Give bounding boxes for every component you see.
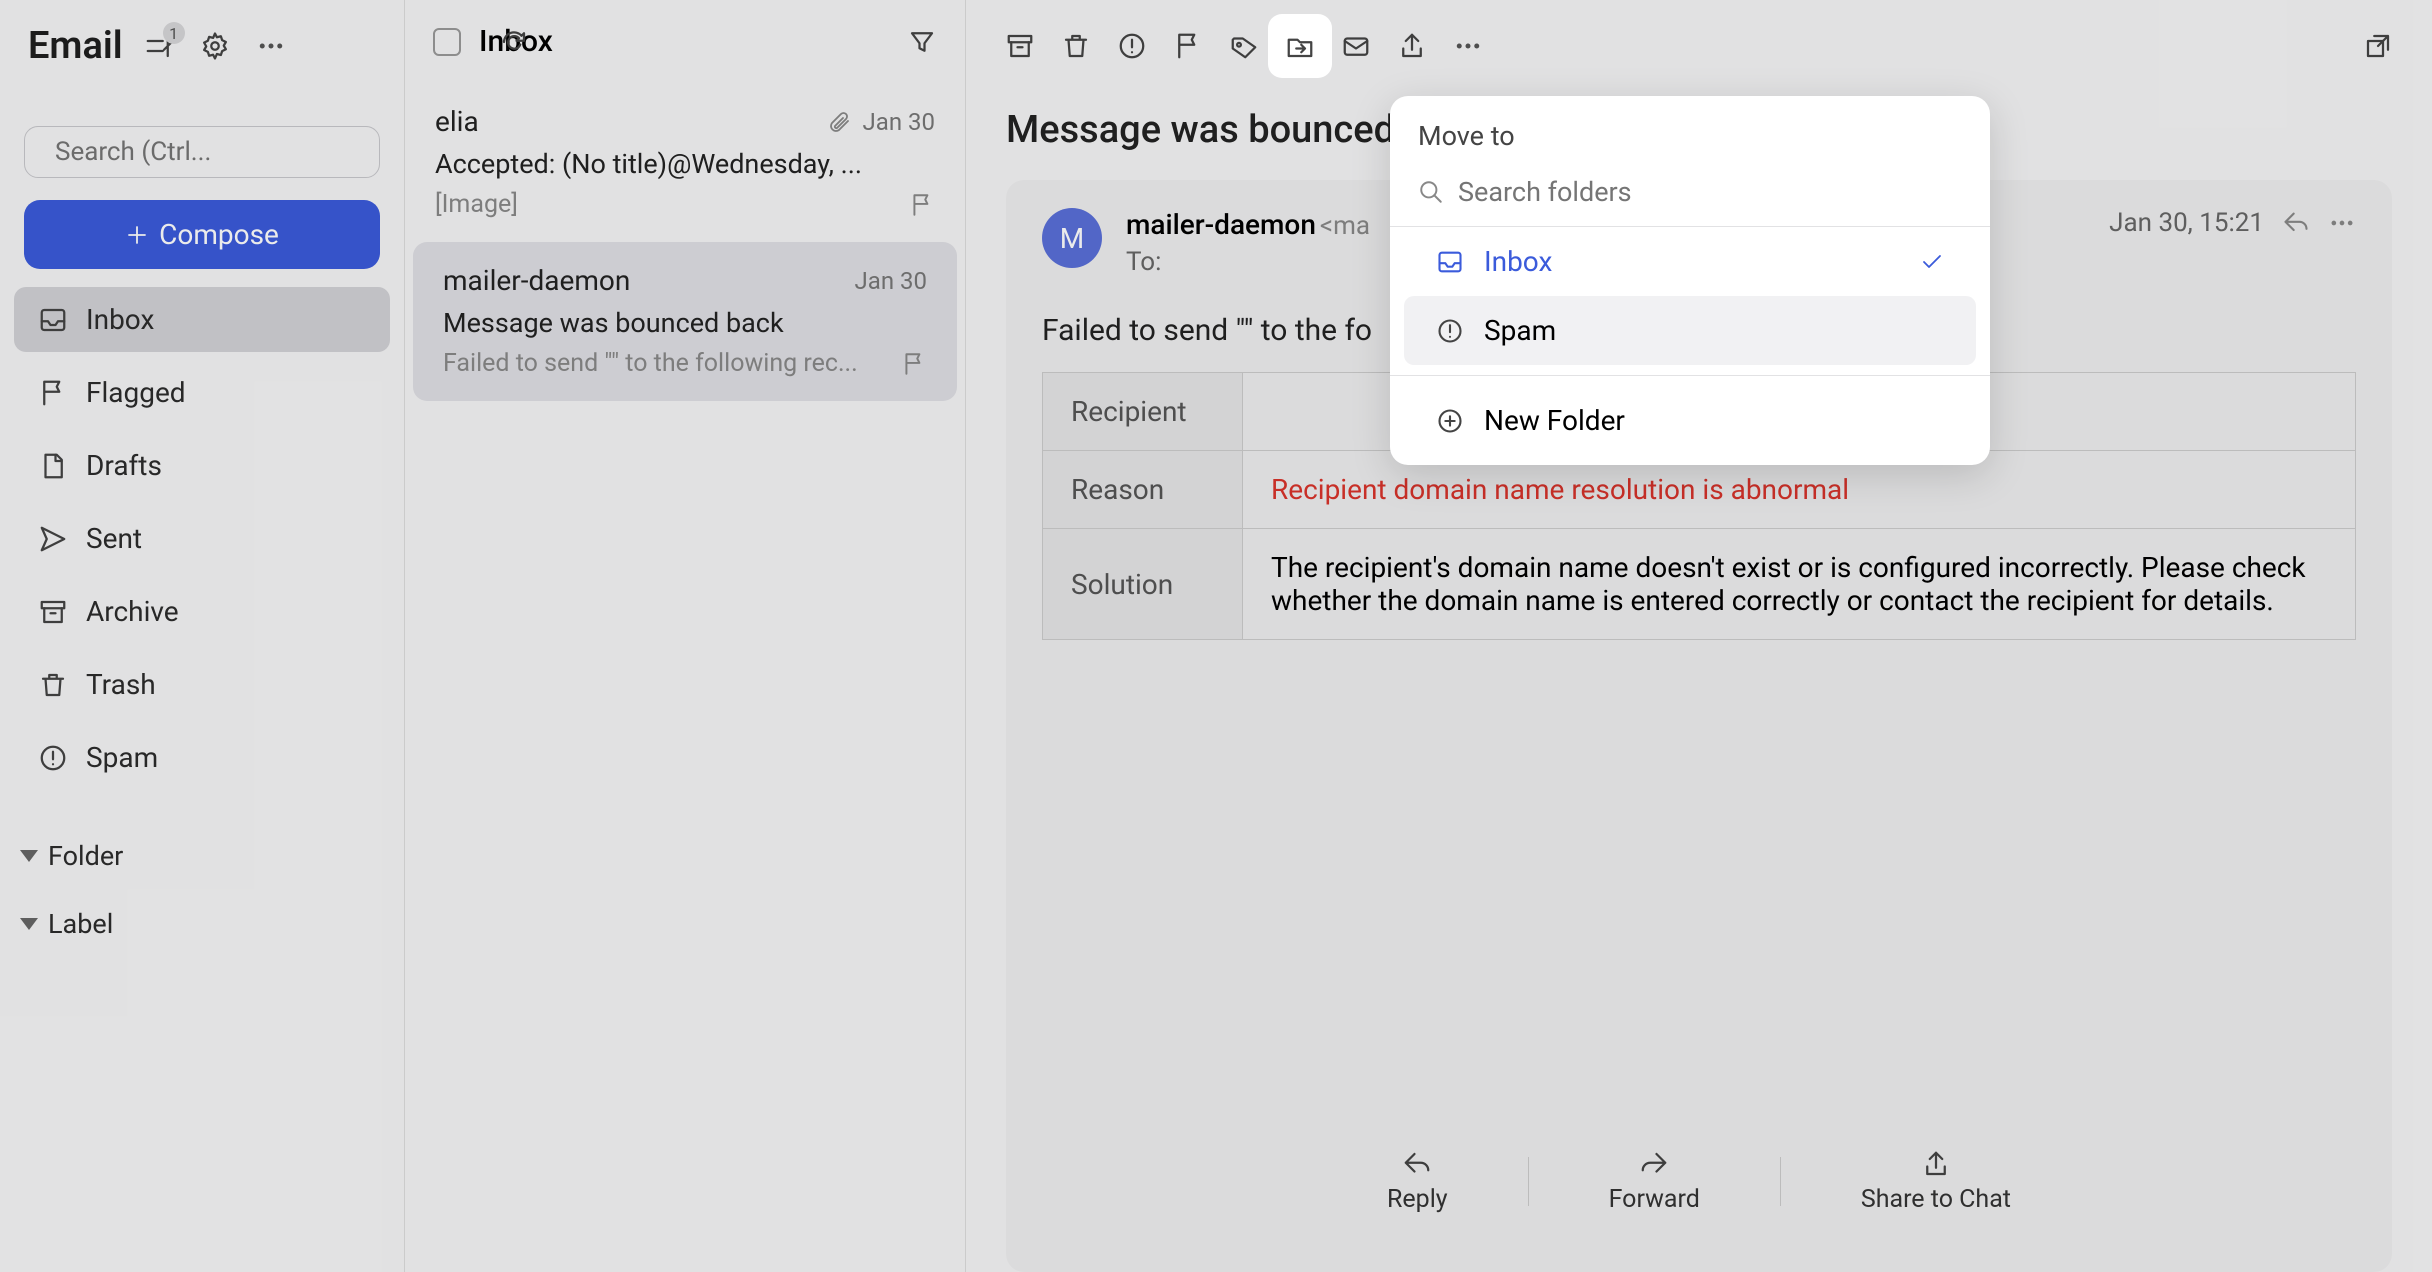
sidebar: Email 1 Compose Inbox	[0, 0, 404, 1272]
flag-icon[interactable]	[909, 192, 935, 218]
share-icon	[1921, 1149, 1951, 1179]
message-date: Jan 30	[863, 108, 935, 136]
message-sender: elia	[435, 105, 815, 138]
popup-search[interactable]	[1390, 168, 1990, 227]
plus-circle-icon	[1436, 407, 1464, 435]
compose-button[interactable]: Compose	[24, 200, 380, 269]
popup-title: Move to	[1390, 96, 1990, 168]
popout-icon	[2363, 31, 2393, 61]
trash-icon	[1061, 31, 1091, 61]
spam-icon	[1117, 31, 1147, 61]
nav-drafts[interactable]: Drafts	[14, 433, 390, 498]
nav-trash[interactable]: Trash	[14, 652, 390, 717]
label-button[interactable]	[1218, 20, 1270, 72]
spam-button[interactable]	[1106, 20, 1158, 72]
archive-icon	[1005, 31, 1035, 61]
message-sender: mailer-daemon	[443, 264, 843, 297]
nav-flagged[interactable]: Flagged	[14, 360, 390, 425]
share-to-chat-button[interactable]: Share to Chat	[1781, 1149, 2091, 1214]
move-to-icon	[1285, 31, 1315, 61]
list-title: Inbox	[479, 24, 821, 59]
check-icon	[1920, 250, 1944, 274]
message-date: Jan 30	[855, 267, 927, 295]
avatar: M	[1042, 208, 1102, 268]
message-preview: Failed to send "" to the following rec..…	[443, 349, 889, 378]
flag-icon	[1173, 31, 1203, 61]
nav-archive[interactable]: Archive	[14, 579, 390, 644]
message-item[interactable]: elia Jan 30 Accepted: (No title)@Wednesd…	[405, 83, 965, 242]
popup-new-folder[interactable]: New Folder	[1404, 386, 1976, 455]
nav-sent[interactable]: Sent	[14, 506, 390, 571]
send-icon	[38, 524, 68, 554]
sort-toggle-button[interactable]: 1	[139, 26, 179, 66]
ellipsis-icon[interactable]	[2328, 209, 2356, 237]
flag-button[interactable]	[1162, 20, 1214, 72]
trash-icon	[38, 670, 68, 700]
spam-icon	[1436, 317, 1464, 345]
attachment-icon	[827, 110, 851, 134]
message-subject: Accepted: (No title)@Wednesday, ...	[435, 148, 935, 180]
refresh-icon[interactable]	[499, 27, 529, 57]
message-subject: Message was bounced back	[443, 307, 927, 339]
popout-button[interactable]	[2352, 20, 2404, 72]
reply-icon	[1402, 1149, 1432, 1179]
message-list-pane: Inbox elia Jan 30 Accepted: (No title)@W…	[404, 0, 966, 1272]
share-button[interactable]	[1386, 20, 1438, 72]
plus-icon	[125, 223, 149, 247]
ellipsis-icon	[256, 31, 286, 61]
inbox-icon	[1436, 248, 1464, 276]
message-toolbar	[966, 0, 2432, 92]
message-timestamp: Jan 30, 15:21	[2109, 208, 2264, 238]
select-all-checkbox[interactable]	[433, 28, 461, 56]
filter-icon[interactable]	[907, 27, 937, 57]
message-preview: [Image]	[435, 190, 897, 219]
mail-icon	[1341, 31, 1371, 61]
popup-folder-inbox[interactable]: Inbox	[1404, 227, 1976, 296]
flag-icon[interactable]	[901, 351, 927, 377]
popup-folder-spam[interactable]: Spam	[1404, 296, 1976, 365]
popup-search-input[interactable]	[1458, 176, 1962, 208]
mark-unread-button[interactable]	[1330, 20, 1382, 72]
reply-button[interactable]: Reply	[1307, 1149, 1528, 1214]
share-icon	[1397, 31, 1427, 61]
spam-icon	[38, 743, 68, 773]
archive-button[interactable]	[994, 20, 1046, 72]
archive-icon	[38, 597, 68, 627]
gear-icon	[200, 31, 230, 61]
app-title: Email	[28, 24, 123, 68]
move-to-button[interactable]	[1274, 20, 1326, 72]
search-box[interactable]	[24, 126, 380, 178]
caret-down-icon	[20, 918, 38, 930]
settings-button[interactable]	[195, 26, 235, 66]
nav-spam[interactable]: Spam	[14, 725, 390, 790]
move-to-popup: Move to Inbox Spam New Folder	[1390, 96, 1990, 465]
more-button[interactable]	[251, 26, 291, 66]
from-email: <ma	[1320, 211, 1370, 241]
search-icon	[1418, 179, 1444, 205]
forward-icon	[1639, 1149, 1669, 1179]
label-section[interactable]: Label	[12, 894, 392, 954]
reply-icon[interactable]	[2282, 209, 2310, 237]
caret-down-icon	[20, 850, 38, 862]
nav-inbox[interactable]: Inbox	[14, 287, 390, 352]
delete-button[interactable]	[1050, 20, 1102, 72]
more-button[interactable]	[1442, 20, 1494, 72]
ellipsis-icon	[1453, 31, 1483, 61]
folder-section[interactable]: Folder	[12, 826, 392, 886]
sort-badge: 1	[163, 22, 185, 44]
message-item[interactable]: mailer-daemon Jan 30 Message was bounced…	[413, 242, 957, 401]
tag-icon	[1229, 31, 1259, 61]
inbox-icon	[38, 305, 68, 335]
forward-button[interactable]: Forward	[1529, 1149, 1780, 1214]
from-name: mailer-daemon	[1126, 208, 1316, 241]
flag-icon	[38, 378, 68, 408]
search-input[interactable]	[55, 137, 389, 167]
document-icon	[38, 451, 68, 481]
